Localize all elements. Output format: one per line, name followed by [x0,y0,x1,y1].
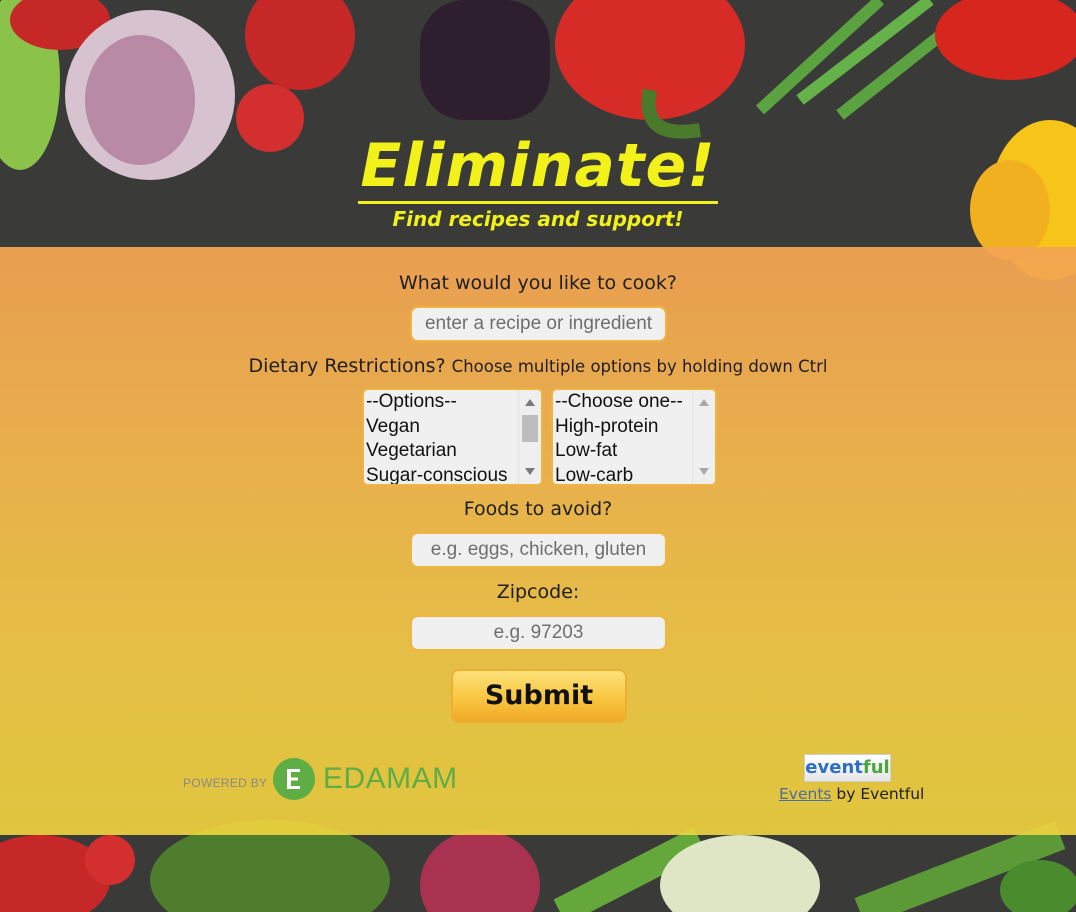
page-title-text: Eliminate! [358,131,718,204]
option-item[interactable]: Vegetarian [364,439,541,464]
edamam-attribution[interactable]: POWERED BY EDAMAM [183,756,458,802]
cook-label: What would you like to cook? [398,272,677,294]
events-by-text: by Eventful [831,785,925,803]
scroll-down-arrow-icon[interactable] [699,468,709,475]
scroll-up-arrow-icon[interactable] [699,399,709,406]
health-options-select[interactable]: --Options-- Vegan Vegetarian Sugar-consc… [362,388,543,486]
page-subtitle: Find recipes and support! [392,207,684,231]
zipcode-label: Zipcode: [496,581,580,603]
choose-scrollbar[interactable] [692,390,715,484]
eventful-credit: Events by Eventful [779,785,924,803]
eventful-logo-ful: ful [862,757,890,778]
foods-to-avoid-input[interactable] [410,532,667,568]
foods-to-avoid-label: Foods to avoid? [463,498,613,520]
option-item[interactable]: Vegan [364,415,541,440]
option-item[interactable]: Low-carb [553,464,715,485]
submit-button[interactable]: Submit [451,669,627,723]
events-link[interactable]: Events [779,785,831,803]
scroll-up-arrow-icon[interactable] [525,399,535,406]
dietary-restrictions-title: Dietary Restrictions? [248,355,446,377]
option-item[interactable]: Sugar-conscious [364,464,541,485]
option-item[interactable]: --Options-- [364,390,541,415]
scrollbar-thumb[interactable] [522,415,538,442]
recipe-search-input[interactable] [410,306,667,342]
eventful-logo-event: event [805,757,863,778]
page-title: Eliminate! [0,128,1076,204]
scroll-down-arrow-icon[interactable] [525,468,535,475]
header-banner: Eliminate! Find recipes and support! [0,0,1076,247]
diet-choose-select[interactable]: --Choose one-- High-protein Low-fat Low-… [551,388,717,486]
options-scrollbar[interactable] [518,390,541,484]
option-item[interactable]: High-protein [553,415,715,440]
eventful-logo[interactable]: eventful [804,754,891,782]
edamam-brand-name: EDAMAM [323,762,458,795]
zipcode-input[interactable] [410,615,667,651]
option-item[interactable]: Low-fat [553,439,715,464]
edamam-logo-icon [273,758,315,800]
option-item[interactable]: --Choose one-- [553,390,715,415]
dietary-restrictions-hint: Choose multiple options by holding down … [451,357,828,376]
edamam-powered-by: POWERED BY [183,776,268,790]
dietary-restrictions-label: Dietary Restrictions? Choose multiple op… [0,355,1076,377]
